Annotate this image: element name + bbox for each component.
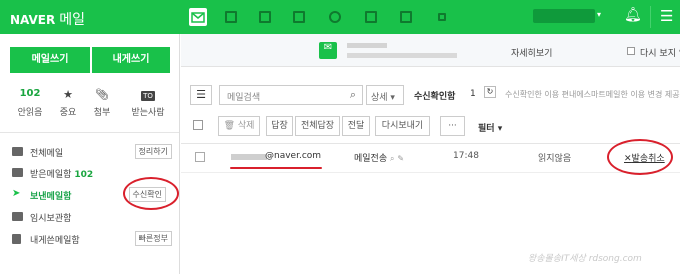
reply-button[interactable]: 답장 [266, 116, 293, 136]
more-apps-icon[interactable] [433, 8, 451, 26]
promo-banner: ✉ 자세히보기 다시 보지 않 [181, 34, 680, 67]
refresh-icon[interactable]: ↻ [484, 86, 496, 98]
read-status: 읽지않음 [538, 154, 572, 164]
dont-show-checkbox[interactable] [627, 47, 635, 55]
dont-show-label: 다시 보지 않 [640, 49, 680, 59]
filter-label: 필터 [478, 124, 495, 134]
forward-button[interactable]: 전달 [342, 116, 370, 136]
inbox-icon [12, 168, 23, 177]
see-more-link[interactable]: 자세히보기 [511, 46, 552, 59]
row-checkbox[interactable] [195, 152, 205, 162]
folder-all-mail[interactable]: 전체메일 정리하기 [12, 144, 172, 162]
resend-button[interactable]: 다시보내기 [375, 116, 430, 136]
unread-count: 102 [19, 88, 41, 99]
quick-filter-unread[interactable]: 102 안읽음 [11, 88, 49, 118]
reply-all-button[interactable]: 전체답장 [295, 116, 340, 136]
quick-filter-to-me[interactable]: TO 받는사람 [126, 88, 170, 118]
blurred-recipient [231, 154, 267, 160]
photo-icon[interactable] [362, 8, 380, 26]
watermark-text: 왕송몰송IT세상 rdsong.com [528, 254, 642, 264]
compose-button[interactable]: 메일쓰기 [10, 47, 90, 73]
hamburger-menu-icon[interactable]: ☰ [660, 7, 673, 25]
paperclip-icon: 📎︎ [95, 88, 109, 101]
send-icon: ➤ [12, 188, 21, 199]
search-scope-dropdown[interactable]: 상세 ▾ [366, 85, 404, 105]
user-account[interactable] [533, 9, 595, 23]
folder-label: 내게쓴메일함 [30, 236, 80, 246]
sidebar: 메일쓰기 내게쓰기 102 안읽음 ★ 중요 📎︎ 첨부 TO 받는사람 전체메… [0, 34, 180, 274]
folder-drafts[interactable]: 임시보관함 [12, 211, 172, 227]
naver-mail-logo[interactable]: NAVER 메일 [10, 9, 85, 29]
memo-icon[interactable] [290, 8, 308, 26]
office-icon[interactable] [397, 8, 415, 26]
organize-button[interactable]: 정리하기 [134, 144, 172, 159]
service-text: 메일 [59, 12, 86, 28]
highlight-circle [607, 139, 673, 175]
folder-label: 임시보관함 [30, 214, 72, 224]
top-navigation-bar: NAVER 메일 ▾ 🔔︎ ☰ [0, 0, 680, 34]
cloud-icon[interactable] [326, 8, 344, 26]
more-button[interactable]: ··· [440, 116, 465, 136]
chevron-down-icon[interactable]: ▾ [597, 10, 601, 19]
recipient-email[interactable]: @naver.com [265, 151, 321, 161]
filter-dropdown[interactable]: 필터 ▾ [478, 121, 502, 134]
quick-organize-button[interactable]: 빠른정부 [134, 231, 172, 246]
inbox-count: 102 [74, 170, 94, 180]
brand-text: NAVER [10, 13, 56, 27]
folder-icon [12, 212, 23, 221]
folder-label: 전체메일 [30, 149, 64, 159]
edit-icon[interactable]: ✎ [397, 154, 404, 163]
folder-label: 보낸메일함 [30, 192, 72, 202]
delete-label: 삭제 [237, 121, 255, 131]
mail-subject[interactable]: 메일전송 ⌕ ✎ [354, 151, 404, 164]
folder-to-self[interactable]: 내게쓴메일함 빠른정부 [12, 231, 172, 249]
search-icon[interactable]: ⌕ [350, 88, 356, 102]
scope-label: 상세 [371, 93, 388, 103]
sent-time: 17:48 [453, 151, 479, 161]
mail-count: 1 [470, 89, 476, 99]
delete-button[interactable]: 🗑︎ 삭제 [218, 116, 260, 136]
quick-filter-attachment[interactable]: 📎︎ 첨부 [83, 88, 121, 118]
calendar-icon[interactable] [222, 8, 240, 26]
folder-label: 받은메일함 102 [30, 167, 93, 180]
search-placeholder: 메일검색 [227, 93, 261, 103]
mail-icon[interactable] [189, 8, 207, 26]
contacts-icon[interactable] [256, 8, 274, 26]
select-all-checkbox[interactable] [193, 120, 203, 130]
to-icon: TO [141, 91, 155, 101]
mail-app-icon: ✉ [319, 42, 337, 59]
folder-label-text: 받은메일함 [30, 170, 72, 180]
blurred-text [347, 43, 387, 48]
quick-filter-label: 받는사람 [131, 108, 165, 118]
star-icon: ★ [63, 88, 73, 101]
page-title: 수신확인함 [414, 92, 456, 102]
divider [0, 132, 179, 133]
quick-filter-label: 안읽음 [17, 108, 43, 118]
magnifier-icon[interactable]: ⌕ [390, 154, 394, 163]
divider [181, 172, 680, 173]
notice-text: 수신확인한 이용 편내에스마트메일한 이용 변경 제공 [505, 90, 680, 99]
envelope-icon [12, 147, 23, 156]
quick-filter-label: 첨부 [93, 108, 111, 118]
divider [181, 143, 680, 144]
search-input[interactable]: 메일검색 ⌕ [219, 85, 363, 105]
document-icon [12, 234, 21, 244]
subject-text: 메일전송 [354, 154, 388, 164]
blurred-text [347, 53, 457, 58]
highlight-underline [230, 167, 322, 169]
quick-filter-label: 중요 [59, 108, 77, 118]
highlight-circle [123, 177, 179, 210]
divider [650, 6, 651, 28]
list-menu-button[interactable]: ☰ [190, 85, 212, 105]
quick-filter-important[interactable]: ★ 중요 [49, 88, 87, 118]
bell-icon[interactable]: 🔔︎ [624, 7, 642, 23]
write-to-self-button[interactable]: 내게쓰기 [92, 47, 170, 73]
